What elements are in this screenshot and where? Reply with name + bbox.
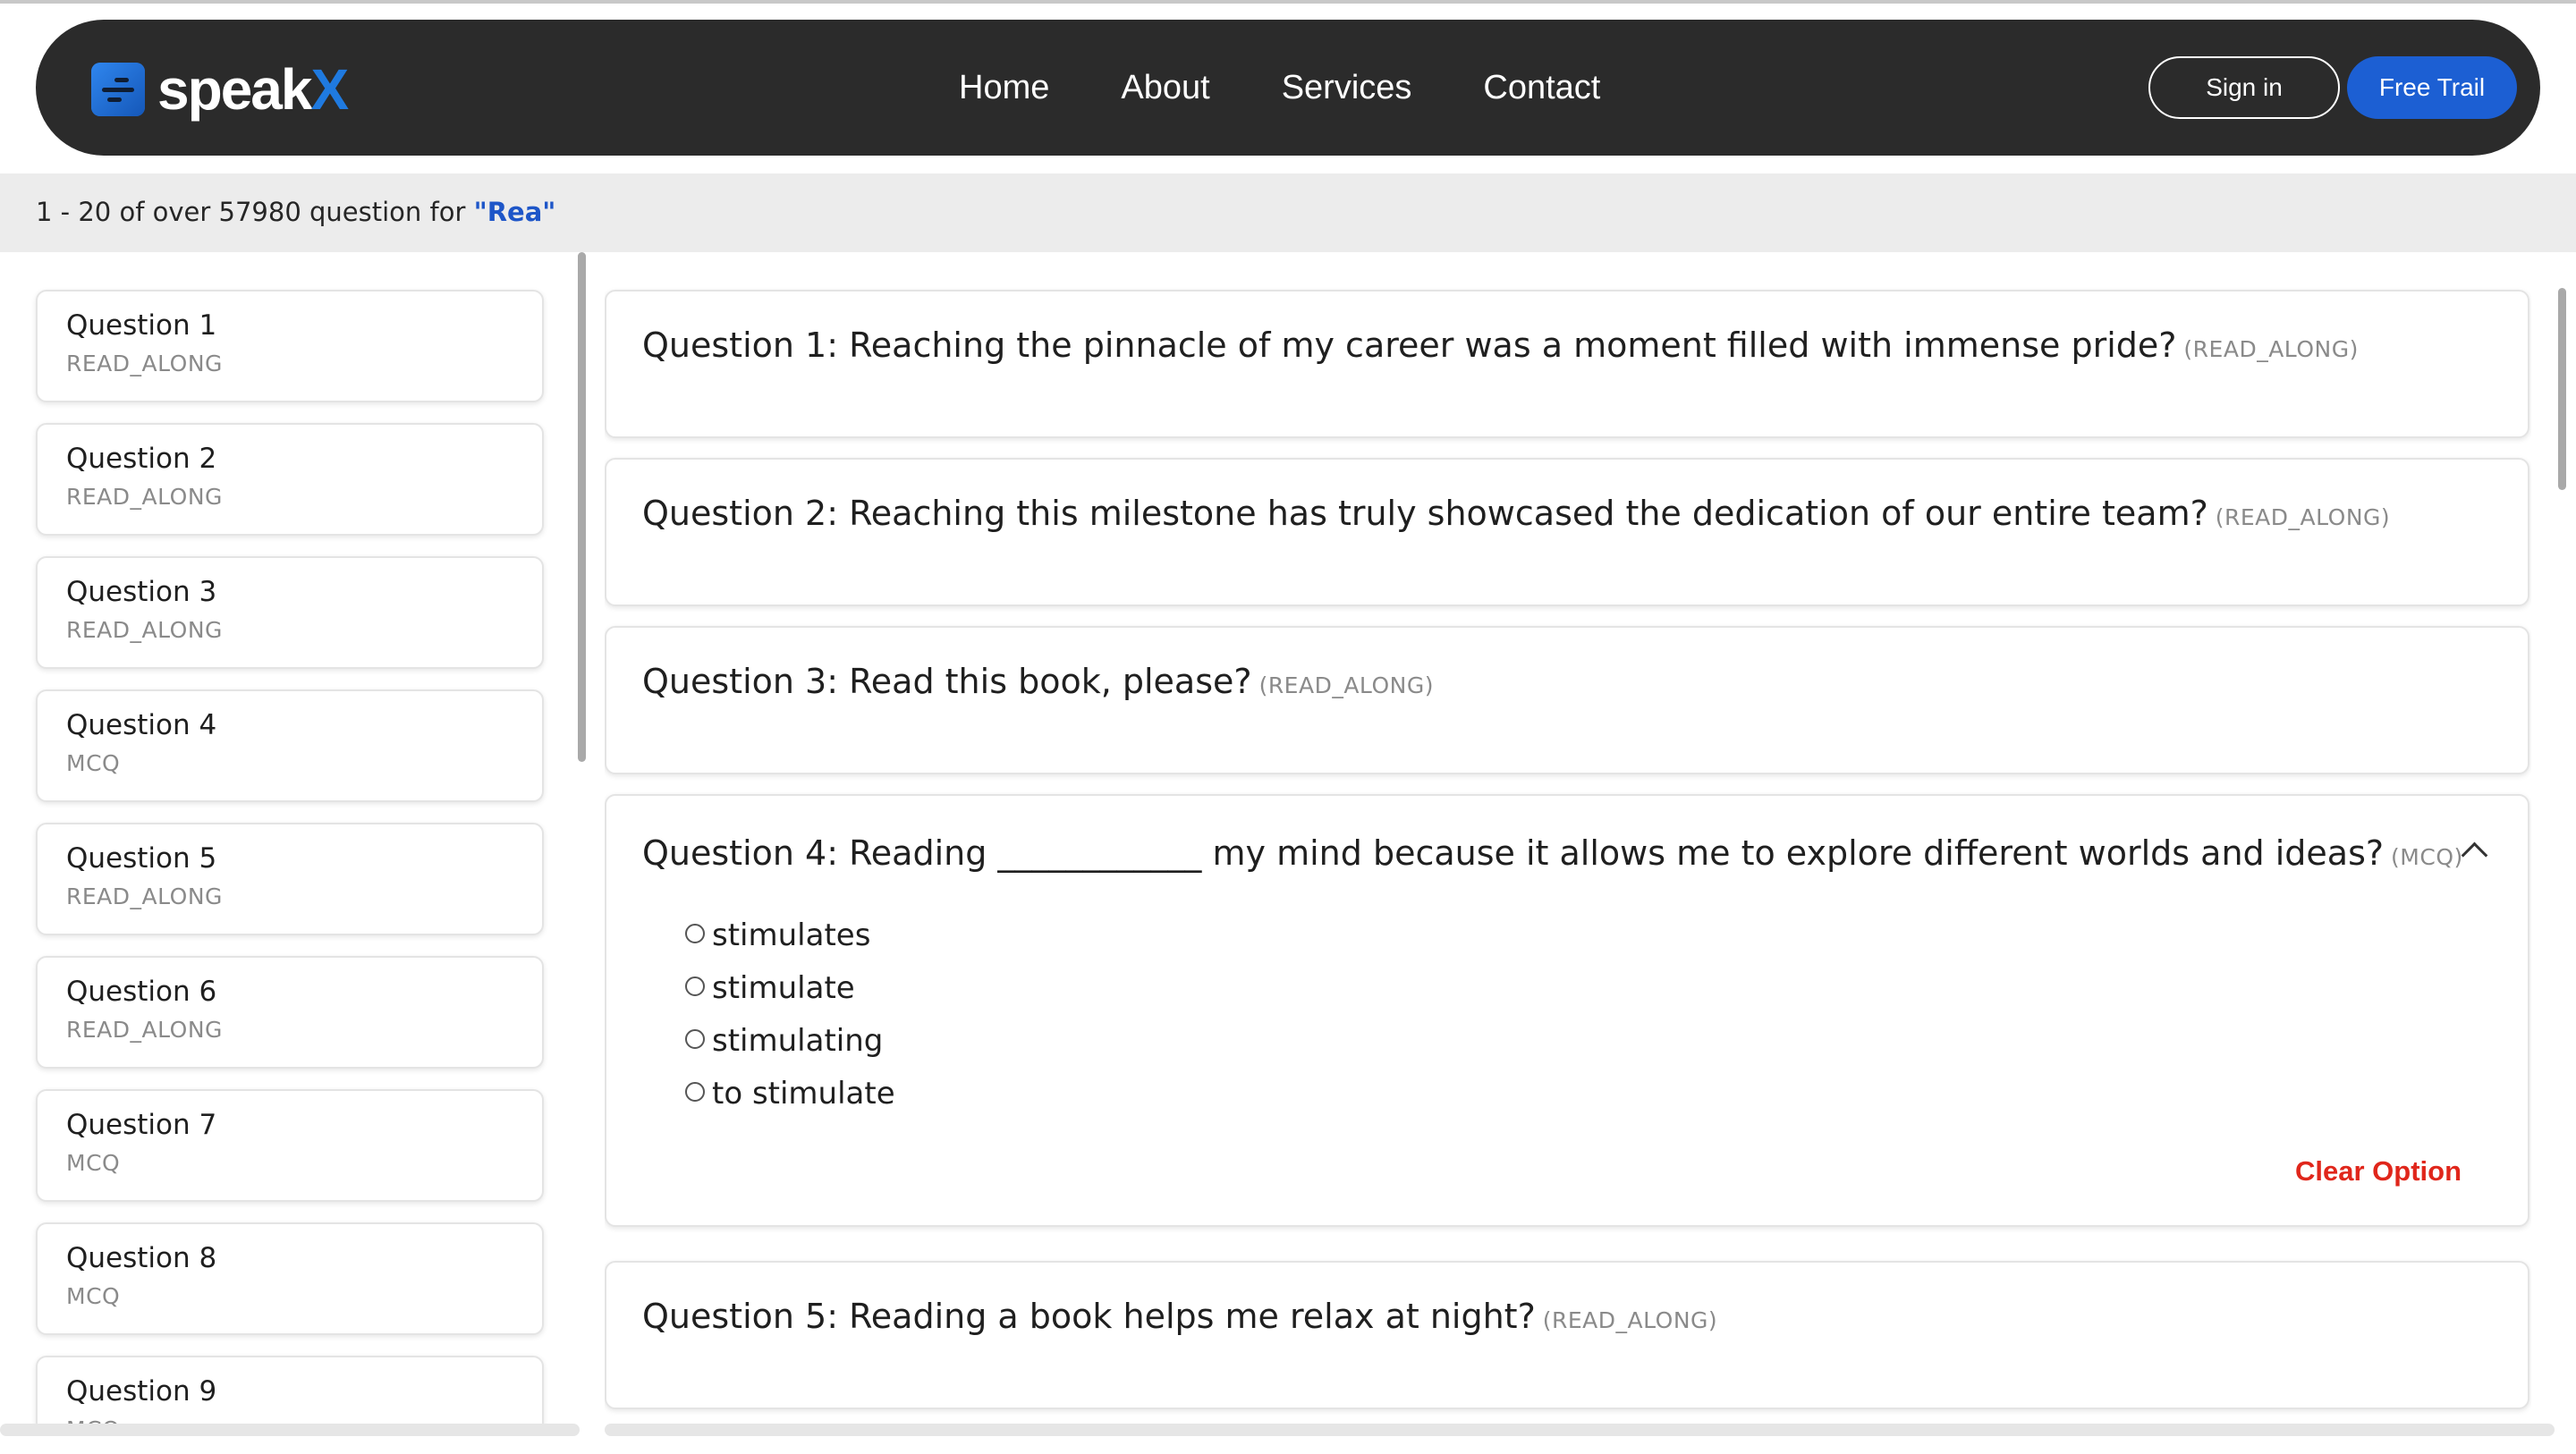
sidebar-item-title: Question 9 <box>66 1375 217 1408</box>
sidebar-item-title: Question 1 <box>66 309 217 342</box>
nav-about[interactable]: About <box>1121 69 1209 107</box>
nav-home[interactable]: Home <box>959 69 1049 107</box>
question-text: Question 5: Reading a book helps me rela… <box>642 1297 1536 1336</box>
question-text: Question 4: Reading ____________ my mind… <box>642 833 2385 873</box>
sidebar-item-question-1[interactable]: Question 1 READ_ALONG <box>36 290 544 402</box>
question-type: (READ_ALONG) <box>1542 1307 1718 1333</box>
question-text: Question 1: Reaching the pinnacle of my … <box>642 325 2177 365</box>
main-nav: Home About Services Contact <box>959 61 1672 114</box>
sidebar-item-title: Question 8 <box>66 1242 217 1274</box>
results-summary-bar: 1 - 20 of over 57980 question for "Rea" <box>0 173 2576 252</box>
brand-name: speakX <box>157 57 349 122</box>
signin-button[interactable]: Sign in <box>2148 56 2340 119</box>
main-scrollbar[interactable] <box>2558 288 2566 490</box>
brand-logo[interactable]: speakX <box>91 57 349 122</box>
sidebar-item-question-4[interactable]: Question 4 MCQ <box>36 689 544 802</box>
nav-services[interactable]: Services <box>1282 69 1412 107</box>
search-query: "Rea" <box>473 197 556 227</box>
option-stimulate[interactable]: stimulate <box>685 963 895 1016</box>
option-stimulates[interactable]: stimulates <box>685 910 895 963</box>
speakx-logo-icon <box>91 63 145 116</box>
clear-option-button[interactable]: Clear Option <box>2295 1155 2462 1188</box>
sidebar-item-type: READ_ALONG <box>66 351 223 376</box>
sidebar-item-question-7[interactable]: Question 7 MCQ <box>36 1089 544 1202</box>
main-horizontal-scrollbar[interactable] <box>605 1424 2555 1436</box>
sidebar-item-title: Question 4 <box>66 709 217 741</box>
sidebar-item-question-8[interactable]: Question 8 MCQ <box>36 1222 544 1335</box>
nav-contact[interactable]: Contact <box>1483 69 1600 107</box>
sidebar-item-question-3[interactable]: Question 3 READ_ALONG <box>36 556 544 669</box>
results-summary: 1 - 20 of over 57980 question for "Rea" <box>36 197 555 227</box>
sidebar-item-question-9[interactable]: Question 9 MCQ <box>36 1356 544 1431</box>
radio-icon[interactable] <box>685 1081 705 1102</box>
option-label: stimulates <box>712 917 871 953</box>
sidebar-item-question-5[interactable]: Question 5 READ_ALONG <box>36 823 544 935</box>
sidebar-item-type: MCQ <box>66 1283 121 1309</box>
sidebar-item-type: READ_ALONG <box>66 883 223 909</box>
question-card-4[interactable]: Question 4: Reading ____________ my mind… <box>605 794 2529 1227</box>
question-header: Question 4: Reading ____________ my mind… <box>642 833 2463 873</box>
sidebar-item-question-2[interactable]: Question 2 READ_ALONG <box>36 423 544 536</box>
sidebar-horizontal-scrollbar[interactable] <box>0 1424 580 1436</box>
question-card-3[interactable]: Question 3: Read this book, please? (READ… <box>605 626 2529 774</box>
sidebar-item-title: Question 7 <box>66 1109 217 1141</box>
sidebar-item-title: Question 2 <box>66 443 217 475</box>
sidebar-item-type: READ_ALONG <box>66 1017 223 1043</box>
question-text: Question 2: Reaching this milestone has … <box>642 494 2208 533</box>
question-sidebar: Question 1 READ_ALONG Question 2 READ_AL… <box>0 252 581 1431</box>
question-type: (READ_ALONG) <box>1258 672 1434 698</box>
radio-icon[interactable] <box>685 923 705 943</box>
option-label: to stimulate <box>712 1075 895 1112</box>
question-card-5[interactable]: Question 5: Reading a book helps me rela… <box>605 1261 2529 1409</box>
sidebar-item-title: Question 5 <box>66 842 217 875</box>
question-card-2[interactable]: Question 2: Reaching this milestone has … <box>605 458 2529 606</box>
option-to-stimulate[interactable]: to stimulate <box>685 1069 895 1121</box>
sidebar-item-type: MCQ <box>66 1150 121 1176</box>
sidebar-item-type: READ_ALONG <box>66 617 223 643</box>
question-type: (MCQ) <box>2391 844 2463 870</box>
sidebar-scrollbar[interactable] <box>578 252 586 762</box>
sidebar-item-title: Question 3 <box>66 576 217 608</box>
results-count-text: 1 - 20 of over 57980 question for <box>36 197 474 227</box>
sidebar-item-title: Question 6 <box>66 976 217 1008</box>
question-header: Question 3: Read this book, please? (READ… <box>642 662 1434 701</box>
radio-icon[interactable] <box>685 1028 705 1049</box>
sidebar-item-type: MCQ <box>66 750 121 776</box>
option-label: stimulating <box>712 1022 884 1059</box>
sidebar-item-question-6[interactable]: Question 6 READ_ALONG <box>36 956 544 1069</box>
answer-options: stimulates stimulate stimulating to stim… <box>685 910 895 1121</box>
question-list: Question 1: Reaching the pinnacle of my … <box>605 252 2531 1431</box>
question-header: Question 5: Reading a book helps me rela… <box>642 1297 1717 1336</box>
option-stimulating[interactable]: stimulating <box>685 1016 895 1069</box>
question-header: Question 2: Reaching this milestone has … <box>642 494 2390 533</box>
browser-top-edge <box>0 0 2576 4</box>
question-card-1[interactable]: Question 1: Reaching the pinnacle of my … <box>605 290 2529 438</box>
radio-icon[interactable] <box>685 976 705 996</box>
question-type: (READ_ALONG) <box>2215 504 2391 530</box>
question-header: Question 1: Reaching the pinnacle of my … <box>642 325 2359 365</box>
chevron-up-icon[interactable] <box>2461 841 2488 869</box>
question-type: (READ_ALONG) <box>2183 336 2359 362</box>
header-navbar: speakX Home About Services Contact Sign … <box>36 20 2540 156</box>
option-label: stimulate <box>712 969 855 1006</box>
sidebar-item-type: READ_ALONG <box>66 484 223 510</box>
free-trial-button[interactable]: Free Trail <box>2347 56 2517 119</box>
question-text: Question 3: Read this book, please? <box>642 662 1252 701</box>
